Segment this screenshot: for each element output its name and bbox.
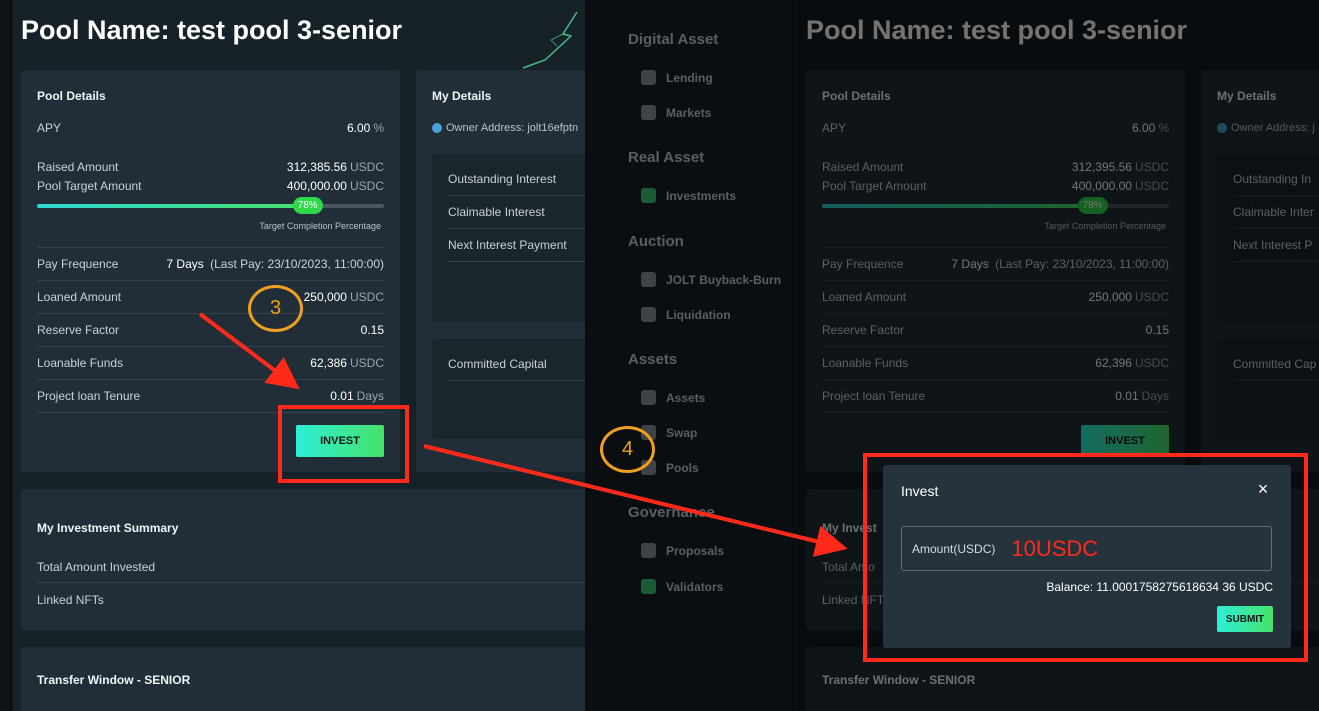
step-4-arrow bbox=[423, 444, 848, 557]
step-3-arrow bbox=[198, 312, 300, 390]
annotation-arrows bbox=[198, 312, 848, 557]
